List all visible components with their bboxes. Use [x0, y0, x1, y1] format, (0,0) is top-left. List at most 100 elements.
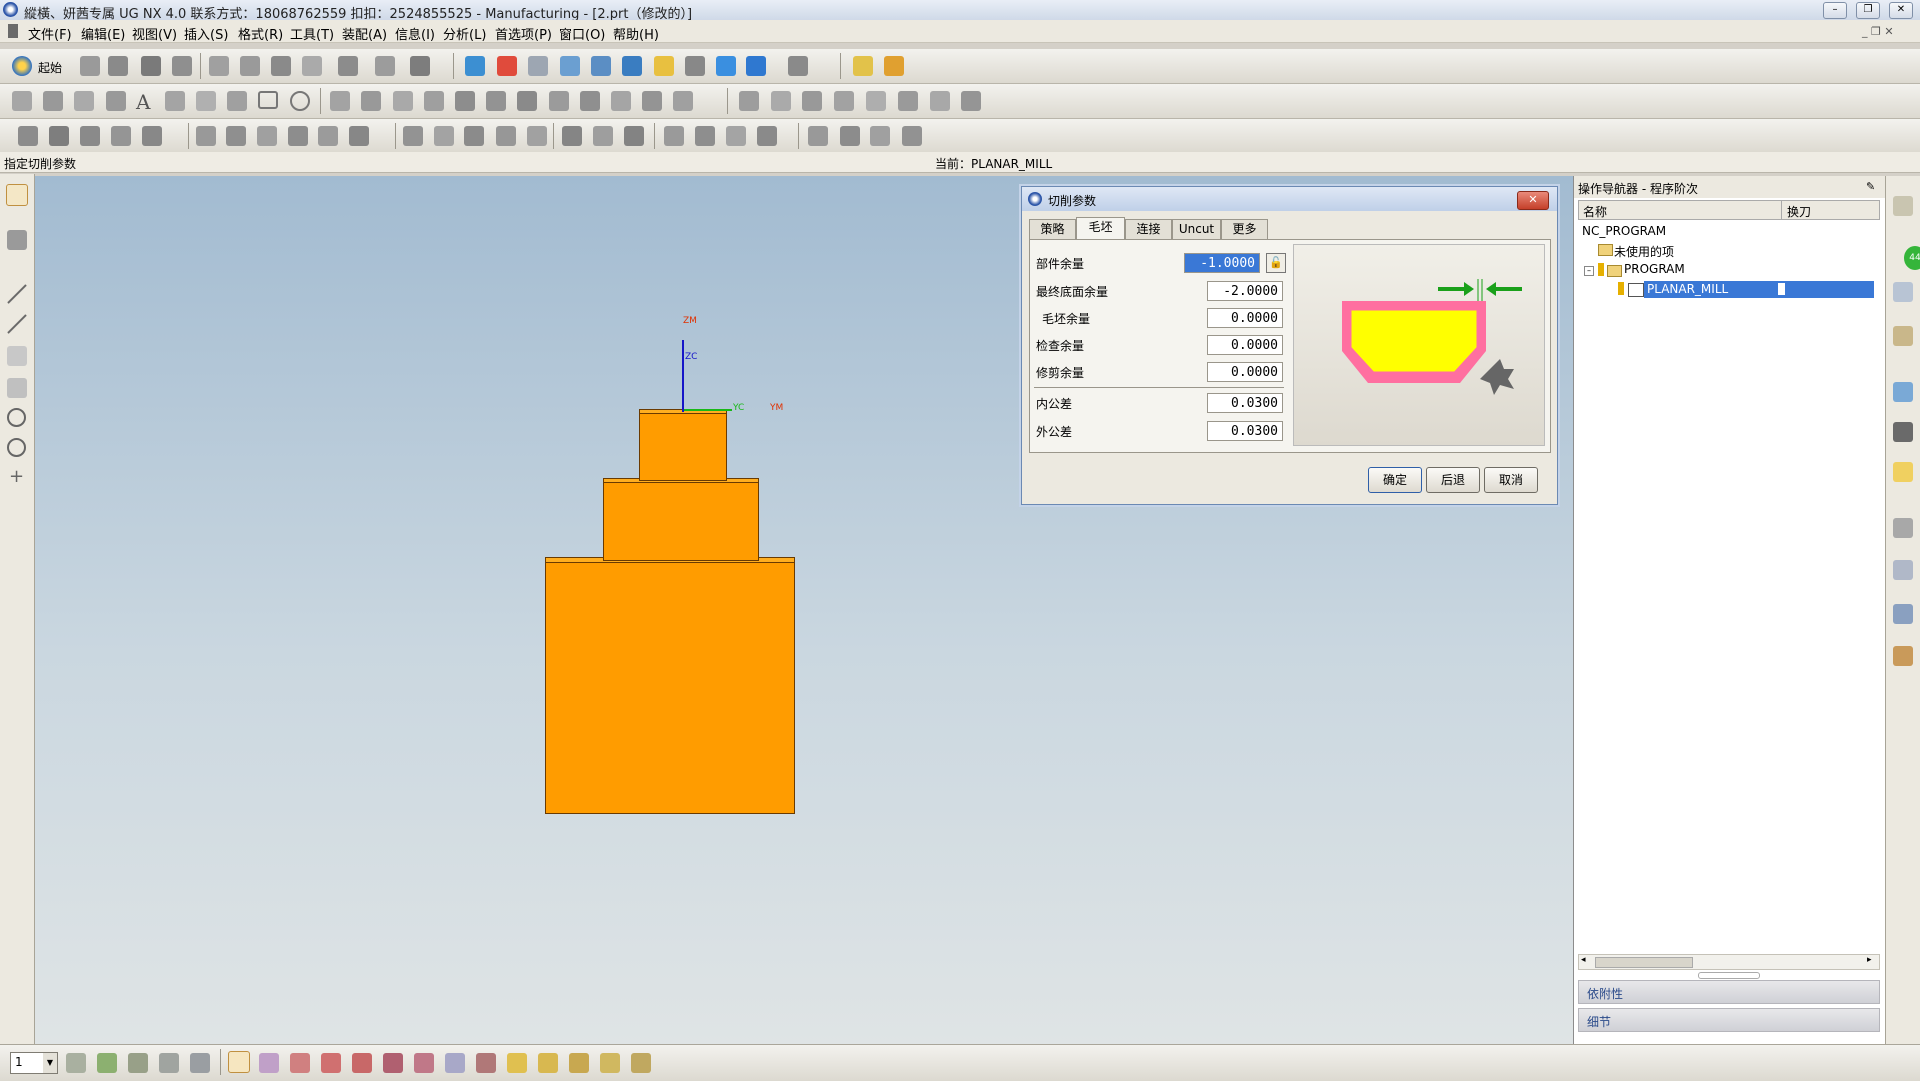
fit-icon[interactable] [497, 56, 517, 76]
menu-tools[interactable]: 工具(T) [290, 24, 334, 43]
transform-icon[interactable] [808, 126, 828, 146]
shop-doc-icon[interactable] [593, 126, 613, 146]
move-object-icon[interactable] [507, 1053, 527, 1073]
scroll-left-icon[interactable]: ◂ [1581, 955, 1586, 965]
dialog-title-bar[interactable]: 切削参数 ✕ [1022, 187, 1557, 211]
line-icon[interactable] [74, 91, 94, 111]
rectangle-icon[interactable] [258, 91, 278, 109]
cross-icon[interactable]: + [9, 466, 24, 487]
menu-info[interactable]: 信息(I) [395, 24, 435, 43]
program-order-icon[interactable] [196, 126, 216, 146]
menu-insert[interactable]: 插入(S) [184, 24, 228, 43]
snap-point-icon[interactable] [6, 184, 28, 206]
feed-speed-icon[interactable] [870, 126, 890, 146]
tab-more[interactable]: 更多 [1221, 219, 1268, 239]
offset-icon[interactable] [330, 91, 350, 111]
sketch-icon[interactable] [673, 91, 693, 111]
column-name[interactable]: 名称 [1583, 203, 1607, 220]
simplify-icon[interactable] [580, 91, 600, 111]
start-icon[interactable] [12, 56, 32, 76]
system-materials-icon[interactable] [1893, 560, 1913, 580]
chamfer-icon[interactable] [106, 91, 126, 111]
copy-to-layer-icon[interactable] [190, 1053, 210, 1073]
new-file-icon[interactable] [80, 56, 100, 76]
menu-window[interactable]: 窗口(O) [559, 24, 605, 43]
select-filter-icon[interactable] [410, 56, 430, 76]
check-stock-input[interactable]: 0.0000 [1207, 335, 1283, 355]
details-panel[interactable]: 细节 [1578, 1008, 1880, 1032]
create-method-icon[interactable] [111, 126, 131, 146]
undo-icon[interactable] [338, 56, 358, 76]
start-button[interactable]: 起始 [38, 59, 62, 76]
hide-show-icon[interactable] [631, 1053, 651, 1073]
web-browser-icon[interactable] [1893, 382, 1913, 402]
dependencies-panel[interactable]: 依附性 [1578, 980, 1880, 1004]
save-icon[interactable] [141, 56, 161, 76]
pan-icon[interactable] [654, 56, 674, 76]
menu-assembly[interactable]: 装配(A) [342, 24, 387, 43]
menu-format[interactable]: 格式(R) [238, 24, 283, 43]
tree-item-nc-program[interactable]: NC_PROGRAM [1582, 224, 1666, 238]
assembly-nav-icon[interactable] [1893, 196, 1913, 216]
pin-icon[interactable]: ✎ [1866, 180, 1875, 193]
intersect-icon[interactable] [424, 91, 444, 111]
wcs-dynamics-icon[interactable] [228, 1051, 250, 1073]
zoom-window-icon[interactable] [528, 56, 548, 76]
move-to-layer-icon[interactable] [159, 1053, 179, 1073]
select-icon[interactable] [7, 230, 27, 250]
edit-fillet-icon[interactable] [866, 91, 886, 111]
outtol-input[interactable]: 0.0300 [1207, 421, 1283, 441]
method-view-icon[interactable] [288, 126, 308, 146]
list-operations-icon[interactable] [902, 126, 922, 146]
view-orient-icon[interactable] [716, 56, 736, 76]
color-palette-icon[interactable] [569, 1053, 589, 1073]
tab-strategy[interactable]: 策略 [1029, 219, 1076, 239]
cancel-button[interactable]: 取消 [1484, 467, 1538, 493]
wcs-change-yc-icon[interactable] [383, 1053, 403, 1073]
tab-connect[interactable]: 连接 [1125, 219, 1172, 239]
helix-icon[interactable] [611, 91, 631, 111]
cut-icon[interactable] [209, 56, 229, 76]
lock-icon[interactable]: 🔓 [1266, 253, 1286, 273]
reuse-library-icon[interactable] [1893, 326, 1913, 346]
refresh-icon[interactable] [465, 56, 485, 76]
column-tool-change[interactable]: 换刀 [1787, 203, 1811, 220]
display-edit-icon[interactable] [600, 1053, 620, 1073]
training-icon[interactable] [1893, 422, 1913, 442]
surface-icon[interactable] [642, 91, 662, 111]
final-floor-stock-input[interactable]: -2.0000 [1207, 281, 1283, 301]
bridge-icon[interactable] [361, 91, 381, 111]
join-icon[interactable] [549, 91, 569, 111]
menu-file[interactable]: 文件(F) [28, 24, 72, 43]
curve-edit-icon[interactable] [930, 91, 950, 111]
tab-stock[interactable]: 毛坯 [1076, 217, 1125, 240]
generate-path-icon[interactable] [349, 126, 369, 146]
point-icon[interactable] [12, 91, 32, 111]
process-studio-icon[interactable] [1893, 604, 1913, 624]
copy-icon[interactable] [240, 56, 260, 76]
wcs-set-icon[interactable] [476, 1053, 496, 1073]
tool-change-cell[interactable] [1778, 283, 1785, 295]
divide-icon[interactable] [771, 91, 791, 111]
line-tool2-icon[interactable] [7, 314, 27, 334]
tree-item-planar-mill[interactable]: PLANAR_MILL [1644, 281, 1874, 298]
paste-icon[interactable] [271, 56, 291, 76]
circle-icon[interactable] [7, 438, 26, 457]
menu-preferences[interactable]: 首选项(P) [495, 24, 552, 43]
object-display-icon[interactable] [757, 126, 777, 146]
project-icon[interactable] [393, 91, 413, 111]
open-icon[interactable] [108, 56, 128, 76]
circle-center-icon[interactable] [7, 408, 26, 427]
wcs-save-icon[interactable] [445, 1053, 465, 1073]
render-style-icon[interactable] [746, 56, 766, 76]
create-tool-icon[interactable] [49, 126, 69, 146]
tool-path-icon[interactable] [318, 126, 338, 146]
zoom-in-out-icon[interactable] [591, 56, 611, 76]
menu-help[interactable]: 帮助(H) [613, 24, 659, 43]
cut-object-icon[interactable] [695, 126, 715, 146]
layer-settings-icon[interactable] [66, 1053, 86, 1073]
part-stock-input[interactable]: -1.0000 [1184, 253, 1260, 273]
arc-icon[interactable] [165, 91, 185, 111]
list-path-icon[interactable] [464, 126, 484, 146]
intol-input[interactable]: 0.0300 [1207, 393, 1283, 413]
